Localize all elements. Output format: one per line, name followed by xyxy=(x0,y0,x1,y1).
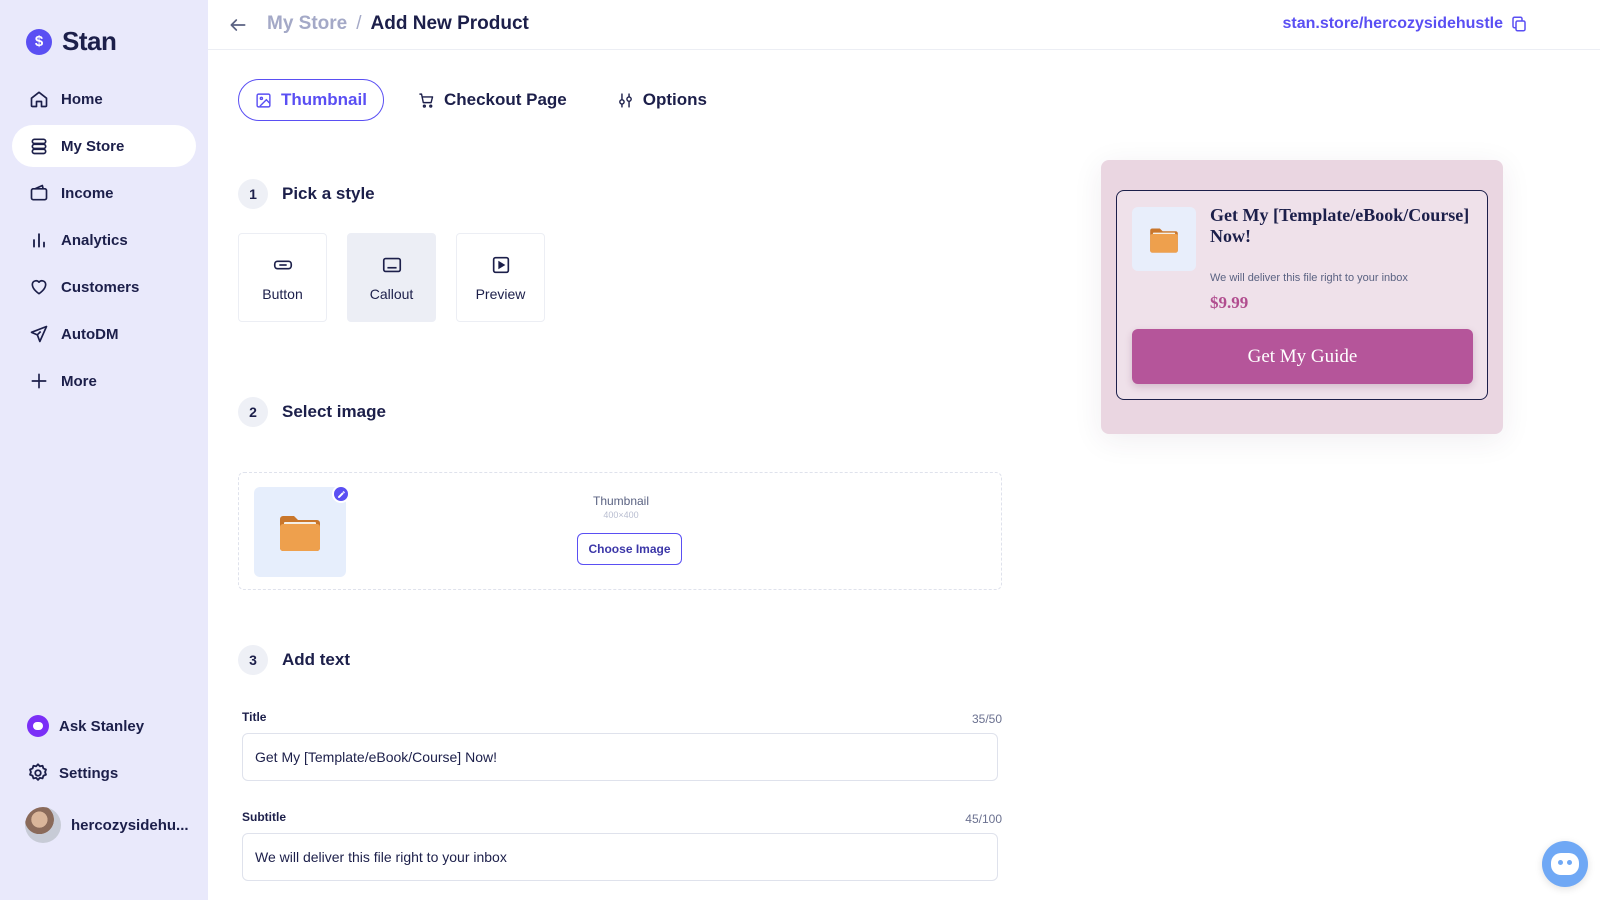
sidebar-item-customers[interactable]: Customers xyxy=(12,266,196,308)
sidebar-footer: Ask Stanley Settings hercozysidehu... xyxy=(12,705,196,851)
thumbnail-label: Thumbnail xyxy=(592,494,650,508)
product-preview-panel: Get My [Template/eBook/Course] Now! We w… xyxy=(1101,160,1503,434)
image-icon xyxy=(256,92,271,108)
wallet-icon xyxy=(30,184,48,201)
tab-checkout-page[interactable]: Checkout Page xyxy=(402,79,583,121)
brand-name: Stan xyxy=(62,26,117,56)
button-style-icon xyxy=(273,260,292,269)
profile-menu[interactable]: hercozysidehu... xyxy=(12,804,196,846)
step-select-image: 2 Select image xyxy=(238,397,386,427)
style-preview-option[interactable]: Preview xyxy=(456,233,545,322)
thumbnail-size: 400×400 xyxy=(603,510,639,520)
sidebar-item-income[interactable]: Income xyxy=(12,172,196,214)
sidebar-item-label: Income xyxy=(61,184,114,202)
step-number: 3 xyxy=(238,645,268,675)
style-label: Button xyxy=(262,285,303,302)
style-button-option[interactable]: Button xyxy=(238,233,327,322)
sidebar-nav: Home My Store Income Analytics Customers… xyxy=(12,78,196,407)
tab-thumbnail[interactable]: Thumbnail xyxy=(238,79,384,121)
style-label: Callout xyxy=(369,285,414,302)
preview-price: $9.99 xyxy=(1210,293,1249,312)
callout-style-icon xyxy=(382,257,401,272)
avatar xyxy=(25,807,61,843)
home-icon xyxy=(30,91,48,108)
top-bar: My Store / Add New Product stan.store/he… xyxy=(208,0,1600,50)
profile-name: hercozysidehu... xyxy=(71,816,189,834)
preview-thumbnail xyxy=(1132,207,1196,271)
sidebar-item-label: My Store xyxy=(61,137,125,155)
breadcrumb-separator: / xyxy=(356,13,362,34)
product-tabs: Thumbnail Checkout Page Options xyxy=(238,79,723,121)
play-preview-icon xyxy=(492,256,509,273)
stan-logo-icon: $ xyxy=(26,28,52,55)
sidebar-item-label: Customers xyxy=(61,278,140,296)
subtitle-input[interactable] xyxy=(242,833,998,881)
style-label: Preview xyxy=(475,285,526,302)
style-options: Button Callout Preview xyxy=(238,233,545,322)
step-number: 1 xyxy=(238,179,268,209)
sidebar-item-analytics[interactable]: Analytics xyxy=(12,219,196,261)
gear-icon xyxy=(29,763,47,781)
preview-cta-button[interactable]: Get My Guide xyxy=(1132,329,1473,384)
sidebar-item-label: AutoDM xyxy=(61,325,119,343)
breadcrumb: My Store / Add New Product xyxy=(267,13,529,35)
subtitle-char-count: 45/100 xyxy=(965,812,1002,826)
sidebar-item-my-store[interactable]: My Store xyxy=(12,125,196,167)
step-number: 2 xyxy=(238,397,268,427)
brand-logo[interactable]: $ Stan xyxy=(26,26,117,57)
title-char-count: 35/50 xyxy=(971,712,1002,726)
tab-label: Options xyxy=(642,90,707,109)
stanley-ai-icon xyxy=(27,715,49,737)
cart-icon xyxy=(419,92,434,108)
store-url-link[interactable]: stan.store/hercozysidehustle xyxy=(1282,15,1503,33)
choose-image-button[interactable]: Choose Image xyxy=(577,533,682,565)
tab-options[interactable]: Options xyxy=(601,79,723,121)
plus-icon xyxy=(31,373,47,389)
breadcrumb-my-store[interactable]: My Store xyxy=(267,13,347,35)
sidebar-item-label: Home xyxy=(61,90,103,108)
store-icon xyxy=(31,138,47,155)
sidebar-item-autodm[interactable]: AutoDM xyxy=(12,313,196,355)
product-preview-card: Get My [Template/eBook/Course] Now! We w… xyxy=(1116,190,1488,400)
back-arrow-icon[interactable] xyxy=(228,15,248,35)
copy-icon[interactable] xyxy=(1510,15,1528,33)
page-title: Add New Product xyxy=(370,13,529,34)
sidebar: $ Stan Home My Store Income Analytics Cu… xyxy=(0,0,208,900)
sidebar-item-more[interactable]: More xyxy=(12,360,196,402)
chat-bot-icon xyxy=(1551,853,1579,875)
ask-stanley-button[interactable]: Ask Stanley xyxy=(12,705,196,747)
image-upload-area: Thumbnail 400×400 Choose Image xyxy=(238,472,1002,590)
style-callout-option[interactable]: Callout xyxy=(347,233,436,322)
step-add-text: 3 Add text xyxy=(238,645,350,675)
subtitle-field-label: Subtitle xyxy=(242,810,286,824)
step-title: Select image xyxy=(282,402,386,421)
sliders-icon xyxy=(618,92,632,108)
tab-label: Checkout Page xyxy=(443,90,567,109)
title-input[interactable] xyxy=(242,733,998,781)
settings-button[interactable]: Settings xyxy=(12,752,196,794)
settings-label: Settings xyxy=(59,764,119,782)
send-icon xyxy=(30,325,48,343)
title-field-label: Title xyxy=(242,710,267,724)
heart-icon xyxy=(31,279,47,295)
folder-icon xyxy=(1150,227,1178,253)
preview-title: Get My [Template/eBook/Course] Now! xyxy=(1210,205,1470,246)
step-pick-style: 1 Pick a style xyxy=(238,179,375,209)
sidebar-item-label: More xyxy=(61,372,97,390)
step-title: Pick a style xyxy=(282,184,375,203)
ask-stanley-label: Ask Stanley xyxy=(59,717,145,735)
bar-chart-icon xyxy=(33,233,45,248)
tab-label: Thumbnail xyxy=(281,90,367,109)
step-title: Add text xyxy=(282,650,350,669)
support-chat-button[interactable] xyxy=(1542,841,1588,887)
preview-subtitle: We will deliver this file right to your … xyxy=(1210,272,1408,284)
sidebar-item-label: Analytics xyxy=(61,231,128,249)
sidebar-item-home[interactable]: Home xyxy=(12,78,196,120)
